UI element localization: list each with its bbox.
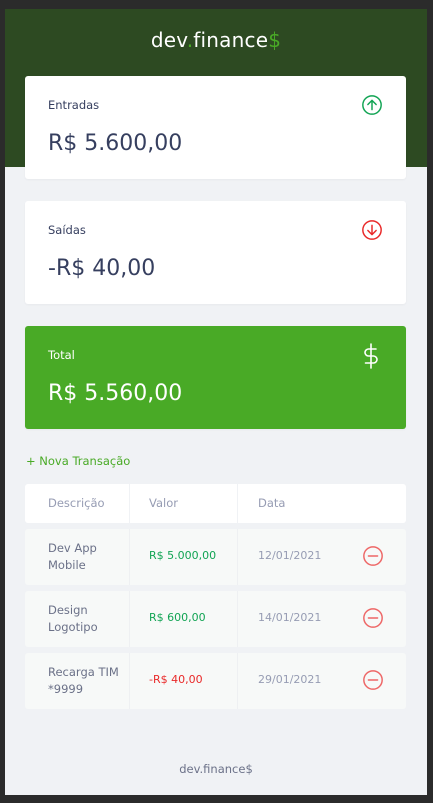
transaction-amount: R$ 600,00 [149, 611, 206, 624]
arrow-up-circle-icon [362, 95, 382, 115]
table-row: Recarga TIM *9999 -R$ 40,00 29/01/2021 [25, 653, 406, 709]
transaction-date: 29/01/2021 [258, 673, 322, 686]
table-header: Descrição Valor Data [25, 484, 406, 523]
new-transaction-link[interactable]: + Nova Transação [26, 454, 130, 468]
remove-transaction-icon[interactable] [362, 545, 384, 567]
transaction-date: 12/01/2021 [258, 549, 322, 562]
column-header-amount: Valor [149, 496, 178, 510]
transaction-date: 14/01/2021 [258, 611, 322, 624]
logo-main: dev [150, 28, 187, 52]
column-divider [129, 529, 130, 585]
income-label: Entradas [48, 98, 100, 112]
expense-card: Saídas -R$ 40,00 [25, 201, 406, 304]
logo-rest: finance [193, 28, 269, 52]
transaction-amount: -R$ 40,00 [149, 673, 203, 686]
income-value: R$ 5.600,00 [48, 131, 183, 156]
expense-label: Saídas [48, 223, 86, 237]
total-card: Total R$ 5.560,00 [25, 326, 406, 429]
total-value: R$ 5.560,00 [48, 381, 183, 406]
app-window: dev.finance$ Entradas R$ 5.600,00 Saídas… [5, 9, 427, 795]
column-divider [129, 484, 130, 523]
column-divider [129, 591, 130, 647]
column-divider [237, 591, 238, 647]
dollar-sign-icon [364, 343, 378, 369]
column-header-description: Descrição [48, 496, 105, 510]
total-label: Total [48, 348, 75, 362]
transaction-description: Dev App Mobile [48, 541, 97, 572]
expense-value: -R$ 40,00 [48, 256, 156, 281]
footer: dev.finance$ [179, 762, 253, 776]
column-header-date: Data [258, 496, 286, 510]
table-row: Dev App Mobile R$ 5.000,00 12/01/2021 [25, 529, 406, 585]
table-row: Design Logotipo R$ 600,00 14/01/2021 [25, 591, 406, 647]
column-divider [129, 653, 130, 709]
logo-symbol: $ [268, 28, 282, 52]
transaction-description: Design Logotipo [48, 603, 98, 634]
logo: dev.finance$ [5, 28, 427, 52]
arrow-down-circle-icon [362, 220, 382, 240]
remove-transaction-icon[interactable] [362, 669, 384, 691]
column-divider [237, 484, 238, 523]
transaction-amount: R$ 5.000,00 [149, 549, 217, 562]
remove-transaction-icon[interactable] [362, 607, 384, 629]
column-divider [237, 529, 238, 585]
income-card: Entradas R$ 5.600,00 [25, 76, 406, 179]
column-divider [237, 653, 238, 709]
transaction-description: Recarga TIM *9999 [48, 665, 119, 696]
